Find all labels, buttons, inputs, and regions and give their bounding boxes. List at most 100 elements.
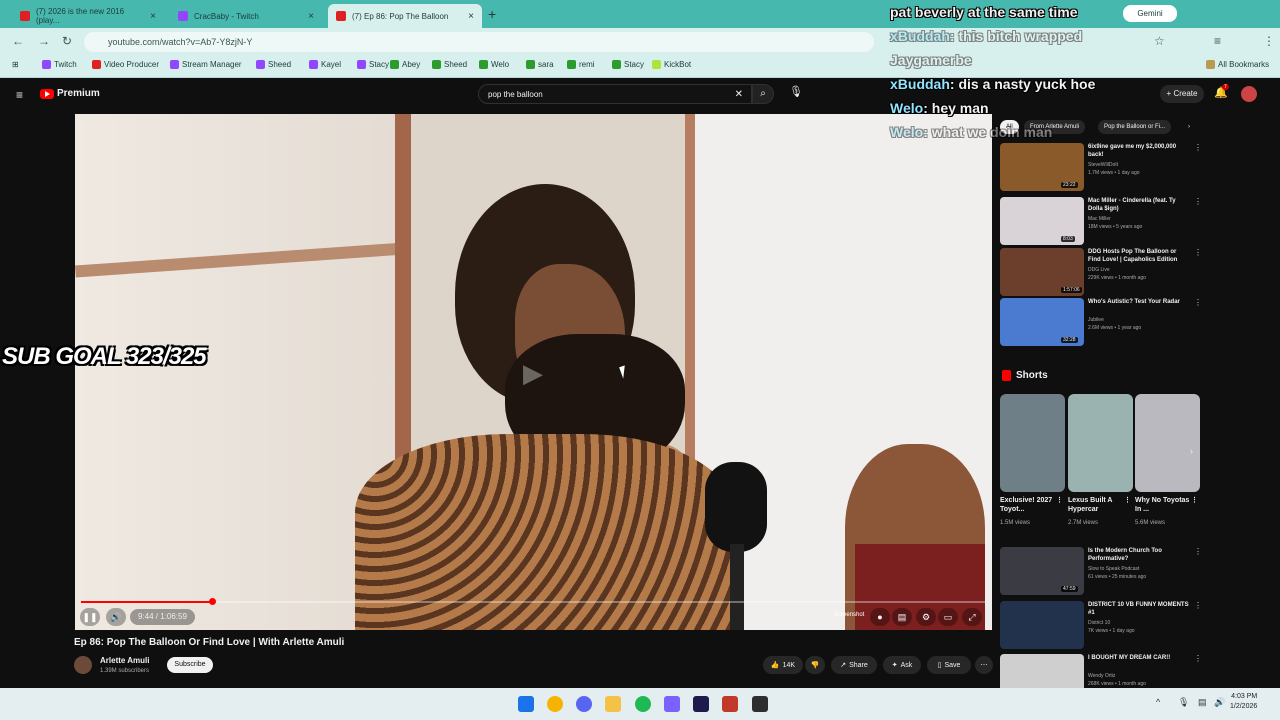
play-overlay-icon[interactable]: ▶ (523, 358, 543, 389)
reload-icon[interactable]: ↻ (62, 34, 72, 48)
more-options-icon[interactable]: ⋮ (1194, 601, 1202, 610)
file-explorer-icon[interactable] (605, 696, 621, 712)
close-tab-icon[interactable]: × (308, 11, 314, 22)
more-options-icon[interactable]: ⋮ (1194, 197, 1202, 206)
volume-tray-icon[interactable]: 🔊 (1214, 697, 1225, 708)
browser-tab-3[interactable]: (7) Ep 86: Pop The Balloon × (328, 4, 482, 28)
system-clock[interactable]: 4:03 PM 1/2/2026 (1230, 692, 1257, 712)
bookmark-label: Sheed (444, 60, 468, 69)
browser-tab-2[interactable]: CracBaby - Twitch × (170, 4, 322, 28)
youtube-logo[interactable]: Premium (40, 88, 100, 99)
chrome-icon[interactable] (547, 696, 563, 712)
bookmark-item[interactable]: Abey (390, 60, 420, 69)
more-actions-button[interactable]: ⋯ (975, 656, 993, 674)
share-button[interactable]: ↗ Share (831, 656, 877, 674)
bookmark-item[interactable]: Welo (479, 60, 509, 69)
more-options-icon[interactable]: ⋮ (1194, 143, 1202, 152)
start-menu-icon[interactable] (518, 696, 534, 712)
bookmark-item[interactable]: Sheed (432, 60, 467, 69)
search-input[interactable]: pop the balloon ✕ (478, 84, 752, 104)
new-tab-icon[interactable]: + (488, 6, 496, 22)
app-icon[interactable] (664, 696, 680, 712)
channel-name: Mac Miller (1088, 216, 1111, 222)
channel-name: Jubilee (1088, 317, 1104, 323)
video-player[interactable]: ▶ (75, 114, 992, 630)
channel-name: SteveWillDoIt (1088, 162, 1119, 168)
short-title[interactable]: Why No Toyotas In ... (1135, 496, 1193, 514)
save-button[interactable]: ▯ Save (927, 656, 971, 674)
obs-icon[interactable] (752, 696, 768, 712)
short-views: 5.6M views (1135, 520, 1166, 526)
tray-chevron-icon[interactable]: ^ (1156, 697, 1160, 707)
short-title[interactable]: Lexus Built A Hypercar (1068, 496, 1126, 514)
channel-avatar[interactable] (74, 656, 92, 674)
ask-button[interactable]: ✦ Ask (883, 656, 921, 674)
address-bar[interactable]: youtube.com/watch?v=Ab7-Y8zjN-Y (84, 32, 874, 52)
more-options-icon[interactable]: ⋮ (1194, 654, 1202, 663)
voice-search-icon[interactable]: 🎙 (786, 85, 806, 103)
mic-tray-icon[interactable]: 🎙 (1178, 697, 1189, 708)
bookmark-item[interactable]: Stacy (357, 60, 389, 69)
bookmark-item[interactable]: Twitch (42, 60, 77, 69)
settings-gear-icon[interactable]: ⚙ (916, 608, 936, 626)
back-icon[interactable]: ← (12, 34, 24, 48)
volume-icon[interactable]: 🔊 (106, 608, 126, 626)
close-tab-icon[interactable]: × (150, 11, 156, 22)
close-tab-icon[interactable]: × (468, 11, 474, 22)
bookmark-item[interactable]: Stacy (612, 60, 644, 69)
forward-icon[interactable]: → (38, 34, 50, 48)
recommended-video[interactable]: 47:59 Is the Modern Church Too Performati… (1000, 547, 1202, 595)
bookmark-item[interactable]: remi (567, 60, 595, 69)
twitch-favicon-icon (178, 11, 188, 21)
short-thumbnail[interactable] (1135, 394, 1200, 492)
shorts-next-icon[interactable]: › (1190, 446, 1193, 456)
microphone (705, 462, 767, 552)
more-options-icon[interactable]: ⋮ (1056, 496, 1064, 505)
duration-badge: 32:28 (1061, 337, 1078, 343)
more-options-icon[interactable]: ⋮ (1191, 496, 1199, 505)
short-title[interactable]: Exclusive! 2027 Toyot... (1000, 496, 1058, 514)
spotify-icon[interactable] (635, 696, 651, 712)
screenshot-label[interactable]: Screenshot (834, 612, 864, 618)
discord-icon[interactable] (576, 696, 592, 712)
short-thumbnail[interactable] (1000, 394, 1065, 492)
short-thumbnail[interactable] (1068, 394, 1133, 492)
autoplay-toggle-icon[interactable]: ● (870, 608, 890, 626)
recommended-video[interactable]: 23:22 6ix9ine gave me my $2,000,000 back!… (1000, 143, 1202, 191)
subscriber-count: 1.39M subscribers (100, 668, 150, 674)
progress-track[interactable] (81, 601, 985, 603)
bookmark-item[interactable]: Sheed (256, 60, 291, 69)
bookmark-item[interactable]: Kayel (309, 60, 341, 69)
browser-tab-1[interactable]: (7) 2026 is the new 2016 (play... × (12, 4, 164, 28)
recommended-video[interactable]: 8:03 Mac Miller - Cinderella (feat. Ty Do… (1000, 197, 1202, 245)
bookmark-item[interactable]: Stream Manager (170, 60, 242, 69)
like-button[interactable]: 👍 14K (763, 656, 803, 674)
fullscreen-icon[interactable]: ⤢ (962, 608, 982, 626)
recommended-video[interactable]: DISTRICT 10 VB FUNNY MOMENTS #1 District … (1000, 601, 1202, 649)
clear-search-icon[interactable]: ✕ (735, 89, 743, 100)
premiere-pro-icon[interactable] (693, 696, 709, 712)
subscribe-button[interactable]: Subscribe (167, 657, 213, 673)
channel-name[interactable]: Arlette Amuli (100, 656, 150, 665)
subtitles-icon[interactable]: ▤ (892, 608, 912, 626)
more-options-icon[interactable]: ⋮ (1194, 248, 1202, 257)
more-options-icon[interactable]: ⋮ (1194, 298, 1202, 307)
duration-badge: 47:59 (1061, 586, 1078, 592)
dislike-button[interactable]: 👎 (805, 656, 825, 674)
search-button[interactable]: ⌕ (752, 84, 774, 104)
more-options-icon[interactable]: ⋮ (1194, 547, 1202, 556)
recommended-video[interactable]: 32:28 Who's Autistic? Test Your Radar Jubi… (1000, 298, 1202, 346)
pause-icon[interactable]: ❚❚ (80, 608, 100, 626)
apps-icon[interactable]: ⊞ (12, 60, 19, 69)
hamburger-menu-icon[interactable]: ≡ (16, 88, 23, 102)
bookmark-item[interactable]: Video Producer (92, 60, 159, 69)
recommended-video[interactable]: 1:57:06 DDG Hosts Pop The Balloon or Find… (1000, 248, 1202, 296)
bookmark-favicon-icon (309, 60, 318, 69)
bookmark-item[interactable]: KickBot (652, 60, 691, 69)
miniplayer-icon[interactable]: ▭ (938, 608, 958, 626)
more-options-icon[interactable]: ⋮ (1124, 496, 1132, 505)
app-icon[interactable] (722, 696, 738, 712)
wifi-icon[interactable]: ▤ (1198, 697, 1207, 708)
bookmark-item[interactable]: sara (526, 60, 554, 69)
view-count: 268K views • 1 month ago (1088, 681, 1146, 687)
